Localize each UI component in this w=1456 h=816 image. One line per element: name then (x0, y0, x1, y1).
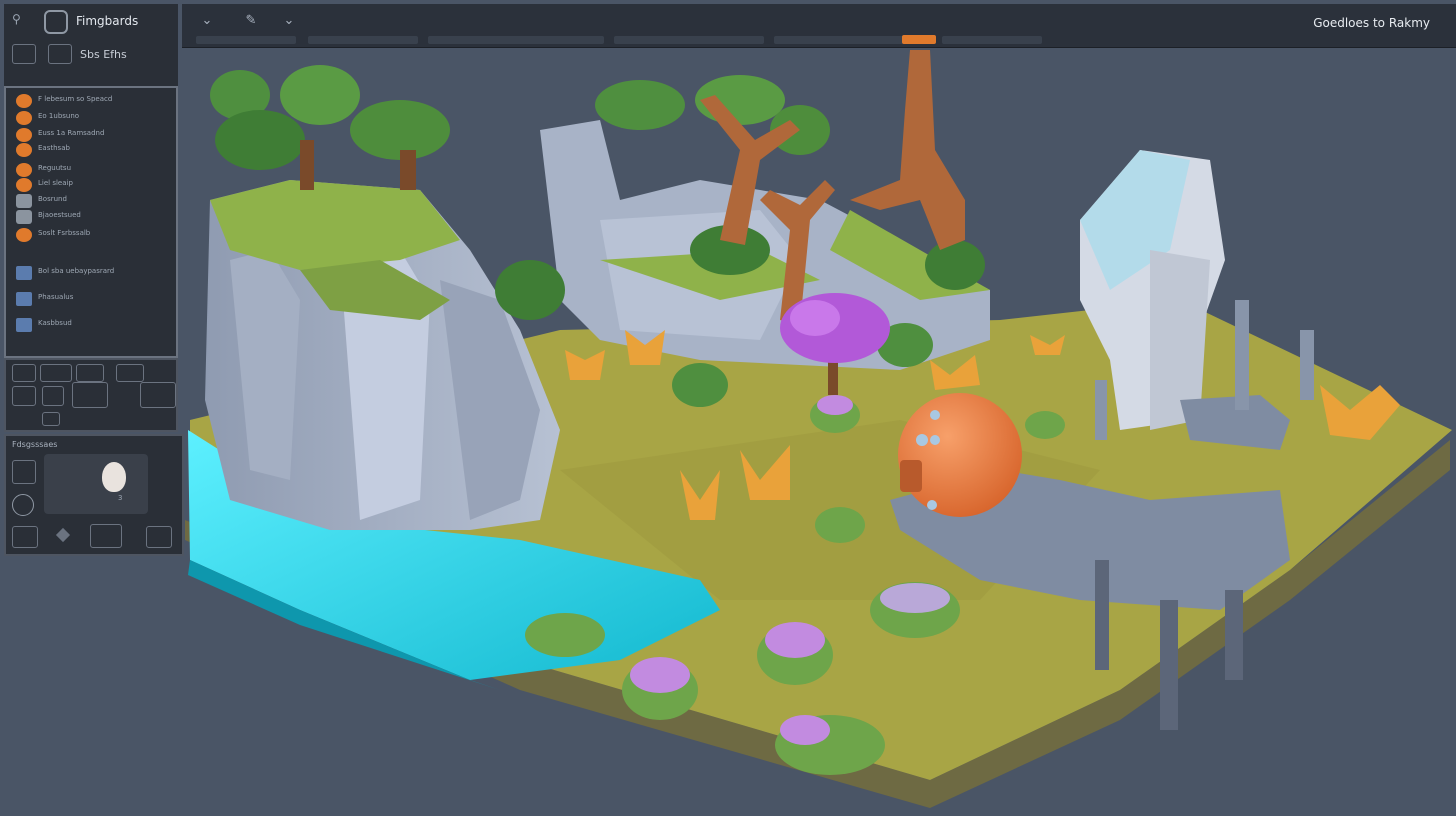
brush-icon[interactable]: ✎ (240, 12, 262, 30)
toolbar-slot[interactable] (942, 36, 1042, 44)
app-title: Fimgbards (76, 14, 139, 28)
layer-icon (16, 292, 32, 306)
layer-icon (16, 128, 32, 142)
preview-object (102, 462, 126, 492)
list-item[interactable]: Easthsab (14, 143, 174, 157)
layer-icon (16, 318, 32, 332)
toolbar-slot[interactable] (774, 36, 904, 44)
layer-icon (16, 210, 32, 224)
pin-icon[interactable]: ⚲ (12, 12, 21, 26)
object-icon[interactable] (12, 460, 36, 484)
properties-label: Fdsgsssaes (12, 440, 58, 449)
layout-icon[interactable] (12, 44, 36, 64)
preview-thumbnail: 3 (44, 454, 148, 514)
app-logo (44, 10, 68, 34)
list-item[interactable]: Eo 1ubsuno (14, 111, 174, 125)
clock-icon[interactable] (12, 494, 34, 516)
layer-icon (16, 178, 32, 192)
list-item[interactable]: Kasbbsud (14, 318, 174, 332)
chevron-down-icon[interactable]: ⌄ (196, 12, 218, 30)
tool-button[interactable] (90, 524, 122, 548)
active-marker[interactable] (902, 35, 936, 44)
tool-button[interactable] (12, 526, 38, 548)
tree-canopy-left (210, 65, 450, 190)
tool-button[interactable] (140, 382, 176, 408)
tool-button[interactable] (116, 364, 144, 382)
tool-button[interactable] (12, 386, 36, 406)
list-item[interactable]: Bjaoestsued (14, 210, 174, 224)
toolbar-slot[interactable] (308, 36, 418, 44)
toolbar-slot[interactable] (428, 36, 604, 44)
preview-value: 3 (118, 494, 123, 502)
toolbar-slot[interactable] (614, 36, 764, 44)
tool-button[interactable] (42, 412, 60, 426)
viewport-scene[interactable] (0, 0, 1456, 816)
layer-icon (16, 143, 32, 157)
layer-icon (16, 94, 32, 108)
list-item[interactable]: Soslt Fsrbssalb (14, 228, 174, 242)
chevron-down-icon[interactable]: ⌄ (278, 12, 300, 30)
properties-panel: Fdsgsssaes 3 (4, 434, 184, 556)
diamond-icon[interactable] (55, 527, 71, 543)
viewport-toolbar: ⌄ ✎ ⌄ Goedloes to Rakmy (182, 4, 1456, 48)
list-item[interactable]: Euss 1a Ramsadnd (14, 128, 174, 142)
sphere-house (898, 393, 1022, 517)
layer-icon (16, 163, 32, 177)
app-header: ⚲ Fimgbards Sbs Efhs (4, 4, 178, 86)
list-item[interactable]: Bosrund (14, 194, 174, 208)
list-item[interactable]: Bol sba uebaypasrard (14, 266, 174, 280)
tool-button[interactable] (12, 364, 36, 382)
layer-icon (16, 111, 32, 125)
tool-button[interactable] (72, 382, 108, 408)
layer-icon (16, 228, 32, 242)
app-subtitle: Sbs Efhs (80, 48, 127, 61)
layers-panel: F lebesum so Speacd Eo 1ubsuno Euss 1a R… (4, 86, 178, 358)
grid-icon[interactable] (48, 44, 72, 64)
list-item[interactable]: F lebesum so Speacd (14, 94, 174, 108)
tools-panel (4, 358, 178, 432)
list-item[interactable]: Phasualus (14, 292, 174, 306)
list-item[interactable]: Reguutsu (14, 163, 174, 177)
layer-icon (16, 194, 32, 208)
tool-button[interactable] (40, 364, 72, 382)
viewport-title: Goedloes to Rakmy (1313, 16, 1430, 30)
tool-button[interactable] (146, 526, 172, 548)
tool-button[interactable] (76, 364, 104, 382)
list-item[interactable]: Liel sleaip (14, 178, 174, 192)
layer-icon (16, 266, 32, 280)
tool-button[interactable] (42, 386, 64, 406)
toolbar-slot[interactable] (196, 36, 296, 44)
